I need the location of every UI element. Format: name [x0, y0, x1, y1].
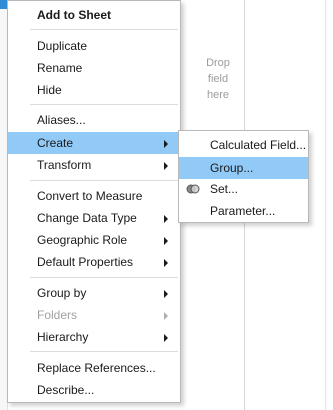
- menu-item-add-to-sheet[interactable]: Add to Sheet: [8, 4, 180, 26]
- drop-field-hint[interactable]: Drop field here: [196, 55, 240, 103]
- menu-item-rename[interactable]: Rename: [8, 57, 180, 79]
- submenu-item-label: Set...: [210, 182, 239, 196]
- chevron-right-icon: [164, 259, 168, 267]
- menu-separator: [30, 277, 178, 278]
- chevron-right-icon: [164, 237, 168, 245]
- chevron-right-icon: [164, 312, 168, 320]
- menu-item-group-by[interactable]: Group by: [8, 282, 180, 304]
- menu-item-replace-references[interactable]: Replace References...: [8, 357, 180, 379]
- menu-separator: [30, 29, 178, 30]
- menu-item-transform[interactable]: Transform: [8, 154, 180, 176]
- menu-separator: [30, 104, 178, 105]
- menu-item-describe[interactable]: Describe...: [8, 379, 180, 401]
- menu-item-label: Change Data Type: [37, 211, 137, 225]
- menu-item-label: Folders: [37, 308, 78, 322]
- chevron-right-icon: [164, 334, 168, 342]
- accent-bar: [0, 0, 7, 9]
- chevron-right-icon: [164, 162, 168, 170]
- menu-item-label: Transform: [37, 158, 92, 172]
- submenu-item-set[interactable]: Set...: [179, 178, 308, 200]
- drop-hint-line: Drop: [206, 57, 230, 69]
- drop-hint-line: here: [206, 89, 230, 101]
- submenu-item-calculated-field[interactable]: Calculated Field...: [179, 134, 308, 156]
- menu-item-label: Geographic Role: [37, 233, 128, 247]
- submenu-item-group[interactable]: Group...: [179, 157, 308, 179]
- menu-item-label: Hierarchy: [37, 330, 89, 344]
- menu-item-label: Default Properties: [37, 255, 134, 269]
- context-menu: Add to Sheet Duplicate Rename Hide Alias…: [7, 0, 181, 403]
- menu-item-hide[interactable]: Hide: [8, 79, 180, 101]
- menu-item-convert-to-measure[interactable]: Convert to Measure: [8, 185, 180, 207]
- chevron-right-icon: [164, 140, 168, 148]
- menu-item-change-data-type[interactable]: Change Data Type: [8, 207, 180, 229]
- menu-item-label: Group by: [37, 286, 87, 300]
- drop-hint-line: field: [207, 73, 229, 85]
- menu-separator: [30, 180, 178, 181]
- menu-item-aliases[interactable]: Aliases...: [8, 109, 180, 131]
- menu-item-default-properties[interactable]: Default Properties: [8, 251, 180, 273]
- chevron-right-icon: [164, 290, 168, 298]
- menu-item-duplicate[interactable]: Duplicate: [8, 35, 180, 57]
- menu-item-geographic-role[interactable]: Geographic Role: [8, 229, 180, 251]
- menu-item-hierarchy[interactable]: Hierarchy: [8, 326, 180, 348]
- set-icon: [186, 184, 200, 194]
- submenu-item-parameter[interactable]: Parameter...: [179, 200, 308, 222]
- menu-separator: [30, 351, 178, 352]
- menu-item-folders: Folders: [8, 304, 180, 326]
- menu-item-label: Create: [37, 136, 74, 150]
- column-divider: [325, 0, 326, 410]
- chevron-right-icon: [164, 215, 168, 223]
- workspace: Drop field here Add to Sheet Duplicate R…: [0, 0, 333, 410]
- menu-item-create[interactable]: Create: [8, 132, 180, 154]
- create-submenu: Calculated Field... Group... Set... Para…: [178, 130, 309, 223]
